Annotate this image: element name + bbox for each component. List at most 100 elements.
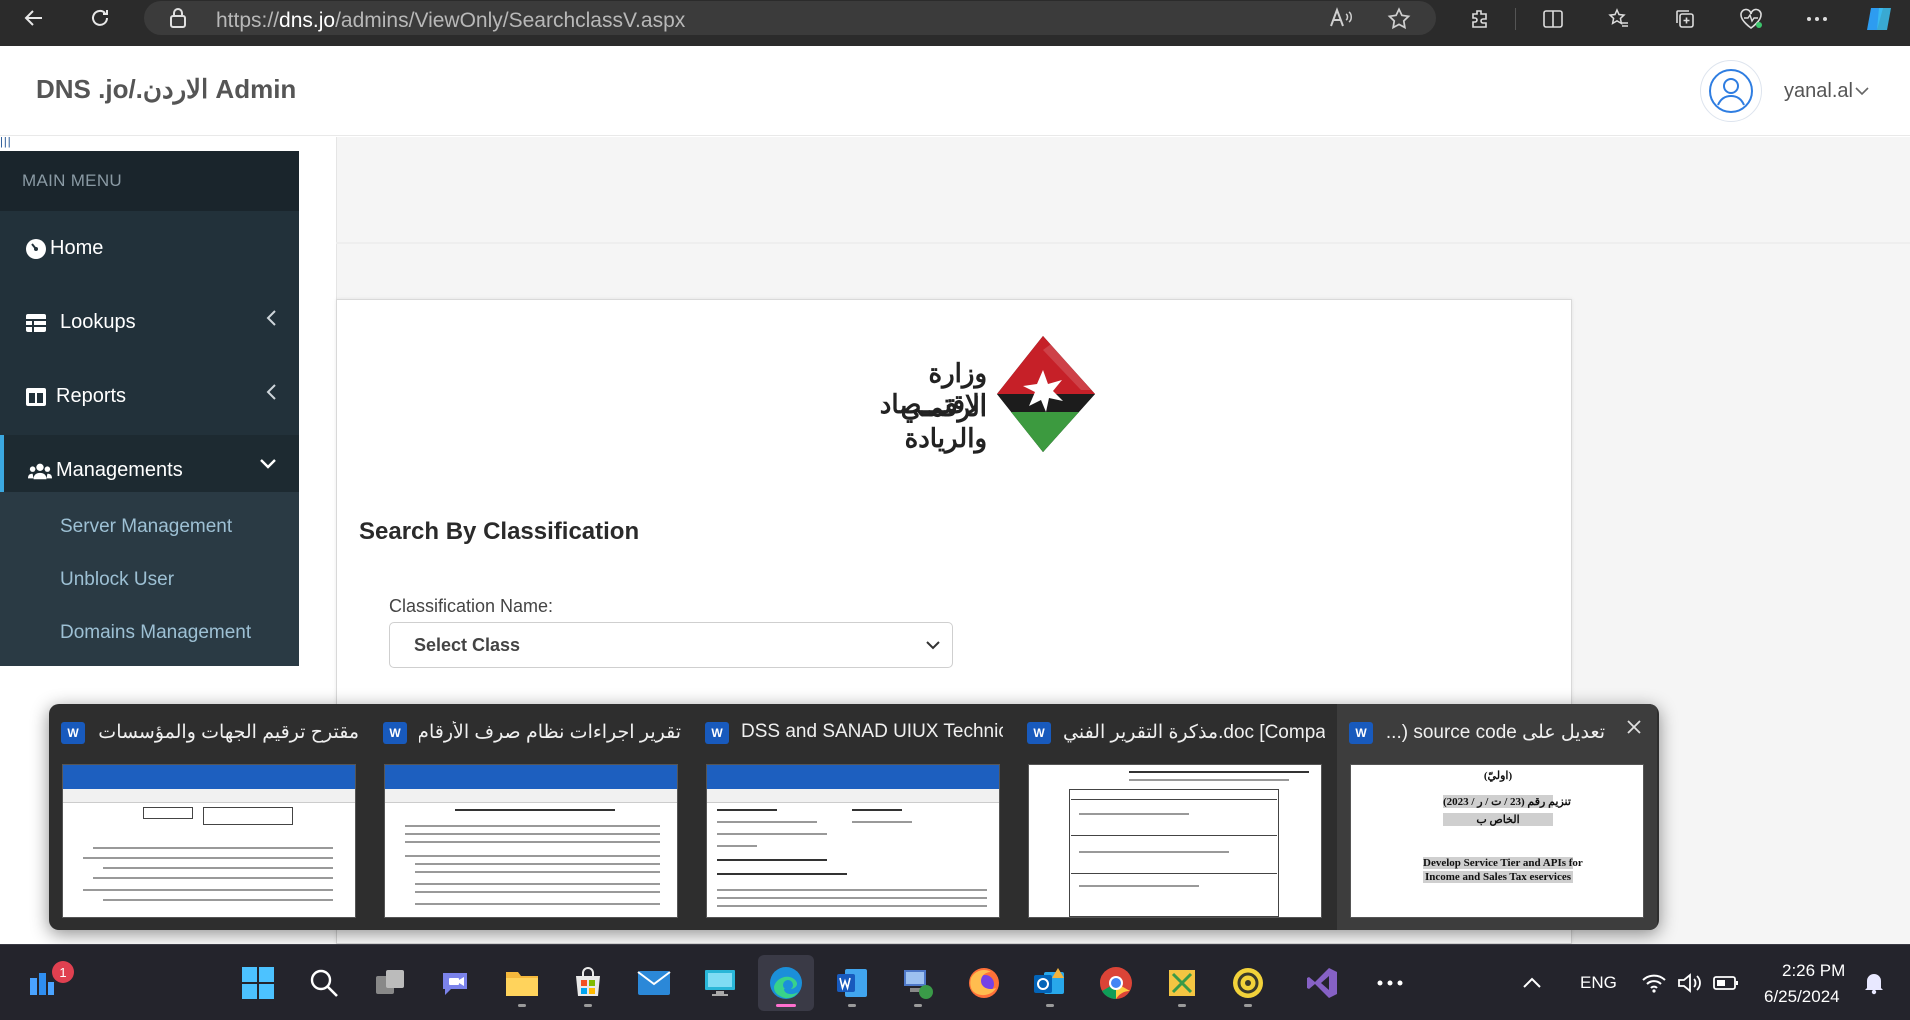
sidebar-item-reports[interactable]: Reports (0, 361, 299, 433)
chevron-down-icon (259, 457, 277, 475)
window-preview-1[interactable]: W مقترح ترقيم الجهات والمؤسسات ... (49, 704, 369, 930)
volume-icon (1678, 973, 1701, 993)
document-preview (384, 764, 678, 918)
extensions-icon[interactable] (1465, 4, 1495, 34)
columns-icon (24, 385, 48, 409)
notifications-button[interactable] (1858, 955, 1890, 1011)
folder-icon (506, 972, 538, 996)
logo-text-line2: الرقمـي والريادة (900, 392, 987, 453)
search-icon (310, 969, 338, 997)
firefox-icon (969, 968, 999, 998)
back-arrow-icon (24, 10, 42, 26)
firefox-app[interactable] (956, 955, 1012, 1011)
sidebar-item-label: Reports (56, 385, 127, 407)
split-screen-icon[interactable] (1538, 4, 1568, 34)
tools-icon (1169, 970, 1195, 996)
edge-app[interactable] (758, 955, 814, 1011)
refresh-button[interactable] (76, 0, 124, 36)
user-name[interactable]: yanal.al (1784, 80, 1853, 103)
read-aloud-icon[interactable] (1328, 6, 1354, 35)
sidebar-item-lookups[interactable]: Lookups (0, 287, 299, 359)
more-options-icon[interactable] (1802, 4, 1832, 34)
sidebar-subitem-domains-management[interactable]: Domains Management (60, 622, 251, 644)
document-preview (62, 764, 356, 918)
search-button[interactable] (296, 955, 352, 1011)
url-text: https://dns.jo/admins/ViewOnly/Searchcla… (216, 9, 686, 32)
classification-name-label: Classification Name: (389, 596, 554, 616)
language-indicator[interactable]: ENG (1580, 973, 1617, 993)
sidebar-item-label: Lookups (60, 311, 136, 333)
app-header: DNS .jo/.الاردن Admin yanal.al (0, 46, 1910, 136)
battery-status[interactable] (1710, 955, 1742, 1011)
chevron-down-icon[interactable] (1854, 84, 1870, 102)
dashboard-icon (24, 237, 48, 261)
ellipsis-icon (1377, 980, 1403, 986)
show-hidden-icons-button[interactable] (1514, 955, 1550, 1011)
network-tool-app[interactable] (890, 955, 946, 1011)
brand-title[interactable]: DNS .jo/.الاردن Admin (36, 74, 296, 105)
microsoft-store-app[interactable] (560, 955, 616, 1011)
classification-select[interactable]: Select Class (389, 622, 953, 668)
page-title: Search By Classification (359, 518, 640, 545)
back-button[interactable] (10, 0, 58, 36)
close-icon (1627, 720, 1641, 734)
wifi-status[interactable] (1638, 955, 1670, 1011)
edge-browser-icon (770, 967, 802, 999)
remote-desktop-app[interactable] (692, 955, 748, 1011)
store-icon (576, 967, 600, 996)
wifi-icon (1642, 974, 1666, 993)
browser-essentials-icon[interactable] (1736, 4, 1766, 34)
menu-header: MAIN MENU (0, 151, 299, 211)
chrome-app[interactable] (1088, 955, 1144, 1011)
monitor-icon (705, 970, 735, 996)
favorites-icon[interactable] (1604, 4, 1634, 34)
bell-icon (1865, 974, 1883, 995)
copilot-icon[interactable] (1860, 4, 1900, 34)
collections-icon[interactable] (1670, 4, 1700, 34)
window-preview-5[interactable]: W تعديل على source code (... (اوليّ) تنز… (1337, 704, 1657, 930)
word-icon: W (383, 722, 407, 744)
lock-icon (168, 7, 188, 34)
word-icon: W (61, 722, 85, 744)
tools-app[interactable] (1154, 955, 1210, 1011)
volume-status[interactable] (1674, 955, 1706, 1011)
window-preview-3[interactable]: W DSS and SANAD UIUX Technica... (693, 704, 1013, 930)
task-view-button[interactable] (362, 955, 418, 1011)
sidebar-item-label: Home (50, 237, 104, 259)
sidebar-toggle-icon[interactable]: ||| (0, 136, 12, 148)
outlook-app[interactable] (1022, 955, 1078, 1011)
word-icon (837, 969, 867, 997)
close-window-button[interactable] (1625, 718, 1643, 741)
favorite-star-icon[interactable] (1386, 6, 1412, 37)
managements-submenu: Server Management Unblock User Domains M… (0, 492, 299, 666)
clock-time[interactable]: 2:26 PM (1782, 961, 1845, 981)
mail-app[interactable] (626, 955, 682, 1011)
file-explorer-app[interactable] (494, 955, 550, 1011)
widgets-button[interactable]: 1 (14, 955, 74, 1011)
word-app[interactable] (824, 955, 880, 1011)
gear-icon (1233, 968, 1263, 998)
ministry-logo: وزارة الاقتـــصاد الرقمـي والريادة (817, 334, 1117, 454)
gear-app[interactable] (1220, 955, 1276, 1011)
sidebar: MAIN MENU Home Lookups Reports Managemen… (0, 151, 299, 666)
visual-studio-app[interactable] (1294, 955, 1350, 1011)
document-preview (706, 764, 1000, 918)
battery-icon (1713, 976, 1738, 990)
clock-date[interactable]: 6/25/2024 (1764, 987, 1840, 1007)
word-icon: W (1027, 722, 1051, 744)
sidebar-item-home[interactable]: Home (0, 213, 299, 285)
window-preview-2[interactable]: W تقرير اجراءات نظام صرف الأرقام ... (371, 704, 691, 930)
teams-app[interactable] (428, 955, 484, 1011)
address-bar[interactable]: https://dns.jo/admins/ViewOnly/Searchcla… (144, 1, 1436, 35)
more-apps-button[interactable] (1362, 955, 1418, 1011)
sidebar-subitem-server-management[interactable]: Server Management (60, 516, 232, 538)
start-button[interactable] (230, 955, 286, 1011)
word-window-previews: W مقترح ترقيم الجهات والمؤسسات ... W تقر… (49, 704, 1659, 930)
user-avatar-icon[interactable] (1700, 60, 1762, 122)
sidebar-subitem-unblock-user[interactable]: Unblock User (60, 569, 174, 591)
chevron-down-icon (926, 641, 940, 650)
outlook-icon (1034, 968, 1064, 994)
window-preview-4[interactable]: W مذكرة التقرير الفني.doc [Compa... (1015, 704, 1335, 930)
teams-chat-icon (443, 973, 467, 995)
table-icon (24, 311, 48, 335)
